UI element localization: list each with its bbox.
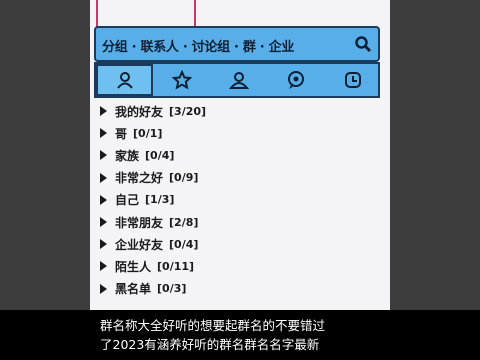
group-count: [3/20] bbox=[169, 104, 207, 118]
phone-screen: 分组 · 联系人 · 讨论组 · 群 · 企业 我的好友 [3/20] 哥 [0… bbox=[90, 0, 390, 310]
group-icon bbox=[228, 72, 249, 89]
group-count: [2/8] bbox=[169, 215, 199, 229]
search-text: 分组 · 联系人 · 讨论组 · 群 · 企业 bbox=[102, 40, 295, 55]
tab-groups[interactable] bbox=[210, 64, 267, 96]
expand-arrow-icon bbox=[100, 217, 107, 228]
expand-arrow-icon bbox=[100, 128, 107, 139]
group-name: 家族 bbox=[115, 148, 140, 163]
group-row[interactable]: 家族 [0/4] bbox=[100, 144, 380, 166]
group-count: [0/11] bbox=[157, 259, 195, 273]
left-backdrop bbox=[0, 0, 90, 310]
group-name: 我的好友 bbox=[115, 104, 164, 119]
group-count: [1/3] bbox=[145, 193, 175, 207]
group-name: 非常之好 bbox=[115, 171, 164, 186]
group-count: [0/1] bbox=[133, 126, 163, 140]
friend-group-list: 我的好友 [3/20] 哥 [0/1] 家族 [0/4] 非常之好 [0/9] … bbox=[100, 100, 380, 300]
group-row[interactable]: 企业好友 [0/4] bbox=[100, 233, 380, 255]
group-name: 企业好友 bbox=[115, 237, 164, 252]
expand-arrow-icon bbox=[100, 261, 107, 272]
contact-icon bbox=[116, 72, 133, 89]
caption-line: 群名称大全好听的想要起群名的不要错过 bbox=[100, 318, 326, 333]
star-icon bbox=[171, 70, 192, 90]
group-row[interactable]: 我的好友 [3/20] bbox=[100, 100, 380, 122]
tab-favorites[interactable] bbox=[153, 64, 210, 96]
group-row[interactable]: 黑名单 [0/3] bbox=[100, 278, 380, 300]
caption-line: 了2023有涵养好听的群名群名名字最新 bbox=[100, 337, 320, 352]
group-name: 自己 bbox=[115, 193, 140, 208]
tab-contacts[interactable] bbox=[96, 64, 153, 96]
caption-text: 群名称大全好听的想要起群名的不要错过 了2023有涵养好听的群名群名名字最新 bbox=[100, 316, 400, 354]
expand-arrow-icon bbox=[100, 283, 107, 294]
group-count: [0/9] bbox=[169, 171, 199, 185]
group-row[interactable]: 哥 [0/1] bbox=[100, 122, 380, 144]
expand-arrow-icon bbox=[100, 150, 107, 161]
group-row[interactable]: 非常之好 [0/9] bbox=[100, 167, 380, 189]
group-row[interactable]: 自己 [1/3] bbox=[100, 189, 380, 211]
group-row[interactable]: 陌生人 [0/11] bbox=[100, 255, 380, 277]
search-icon[interactable] bbox=[354, 35, 372, 53]
group-count: [0/4] bbox=[169, 237, 199, 251]
expand-arrow-icon bbox=[100, 239, 107, 250]
right-backdrop bbox=[390, 0, 480, 310]
tab-chats[interactable] bbox=[267, 64, 324, 96]
caption-bar: 群名称大全好听的想要起群名的不要错过 了2023有涵养好听的群名群名名字最新 bbox=[0, 310, 480, 360]
search-bar[interactable]: 分组 · 联系人 · 讨论组 · 群 · 企业 bbox=[94, 26, 380, 62]
tab-history[interactable] bbox=[324, 64, 381, 96]
group-name: 哥 bbox=[115, 126, 128, 141]
expand-arrow-icon bbox=[100, 106, 107, 117]
group-name: 黑名单 bbox=[115, 282, 152, 297]
history-icon bbox=[344, 72, 361, 88]
group-name: 非常朋友 bbox=[115, 215, 164, 230]
chat-icon bbox=[287, 71, 304, 89]
expand-arrow-icon bbox=[100, 194, 107, 205]
group-count: [0/3] bbox=[157, 282, 187, 296]
group-row[interactable]: 非常朋友 [2/8] bbox=[100, 211, 380, 233]
group-name: 陌生人 bbox=[115, 259, 152, 274]
group-count: [0/4] bbox=[145, 148, 175, 162]
tab-bar bbox=[94, 62, 380, 98]
expand-arrow-icon bbox=[100, 172, 107, 183]
